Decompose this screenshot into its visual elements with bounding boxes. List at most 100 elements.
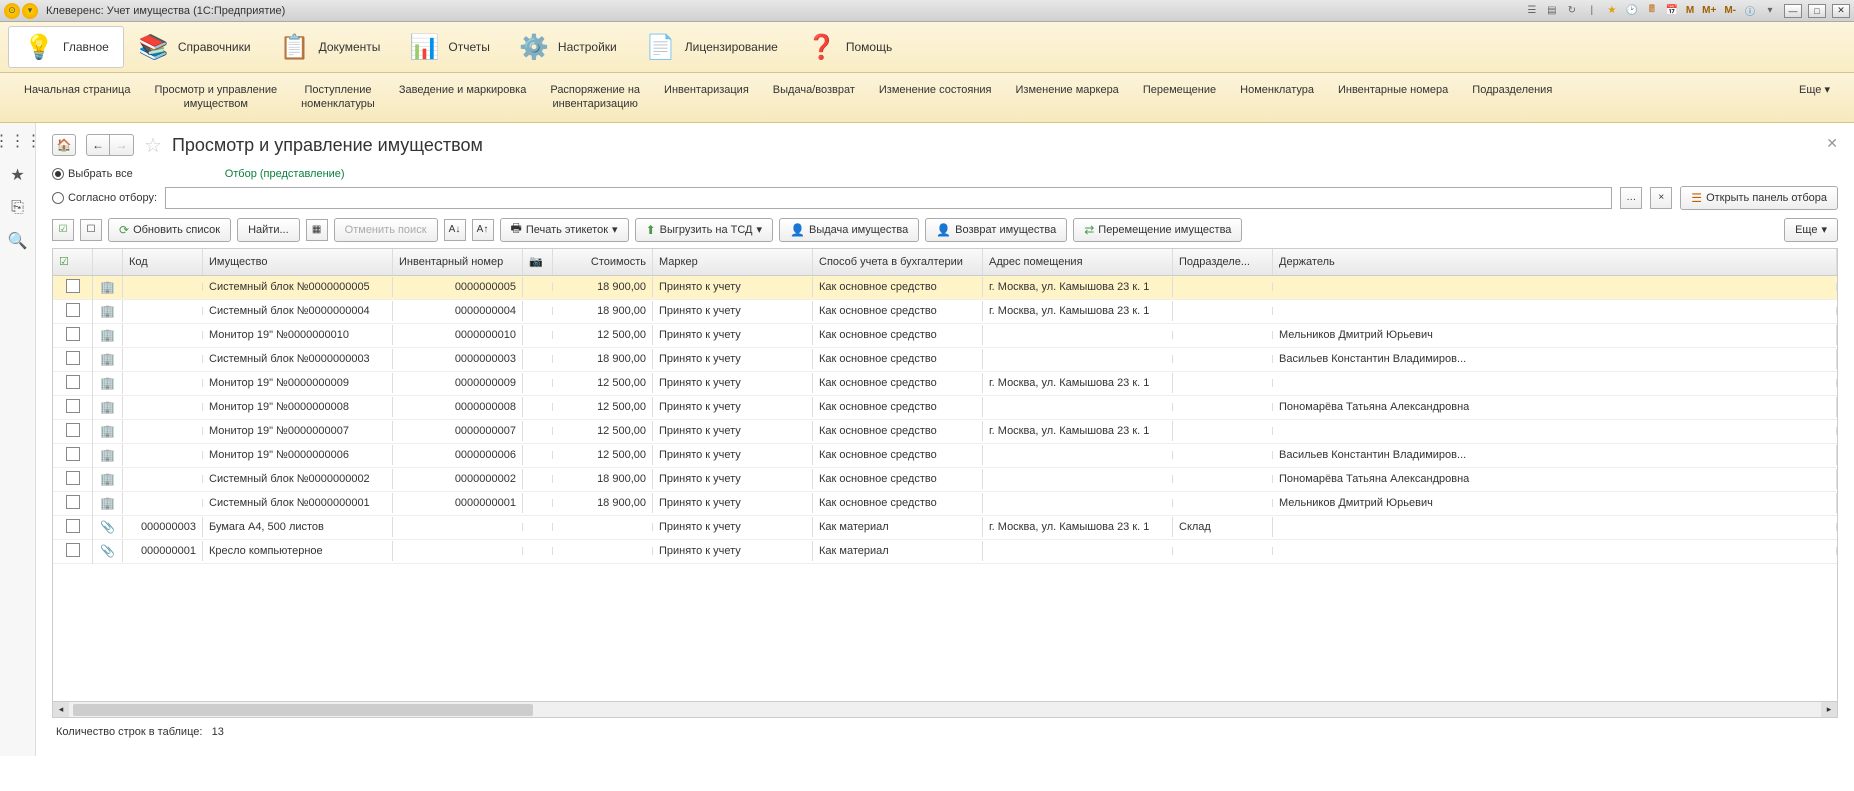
th-holder[interactable]: Держатель (1273, 249, 1837, 275)
clipboard-icon[interactable]: ⎘ (11, 199, 24, 217)
menu-documents[interactable]: 📋 Документы (265, 26, 395, 68)
row-checkbox[interactable] (66, 351, 80, 365)
sort-desc-button[interactable]: A↑ (472, 219, 494, 241)
refresh-button[interactable]: ⟳ Обновить список (108, 218, 231, 242)
subnav-receipt[interactable]: Поступление номенклатуры (289, 79, 387, 116)
subnav-inventory[interactable]: Инвентаризация (652, 79, 761, 116)
table-row[interactable]: 🏢Монитор 19" №0000000008000000000812 500… (53, 396, 1837, 420)
filter-input[interactable] (165, 187, 1612, 209)
table-row[interactable]: 🏢Системный блок №0000000003000000000318 … (53, 348, 1837, 372)
scroll-right-icon[interactable]: ▸ (1821, 702, 1837, 718)
row-checkbox[interactable] (66, 423, 80, 437)
maximize-button[interactable]: □ (1808, 4, 1826, 18)
close-tab-icon[interactable]: ✕ (1826, 135, 1838, 152)
table-row[interactable]: 🏢Системный блок №0000000004000000000418 … (53, 300, 1837, 324)
row-checkbox[interactable] (66, 303, 80, 317)
menu-help[interactable]: ❓ Помощь (792, 26, 906, 68)
subnav-inventory-order[interactable]: Распоряжение на инвентаризацию (538, 79, 652, 116)
subnav-start[interactable]: Начальная страница (12, 79, 142, 116)
favorite-star-icon[interactable]: ☆ (144, 133, 162, 158)
row-checkbox[interactable] (66, 279, 80, 293)
tb-icon-3[interactable]: ↻ (1564, 3, 1580, 19)
history-icon[interactable]: 🕑 (1624, 3, 1640, 19)
th-name[interactable]: Имущество (203, 249, 393, 275)
upload-tsd-button[interactable]: ⬆ Выгрузить на ТСД ▾ (635, 218, 773, 242)
forward-button[interactable]: → (110, 134, 134, 156)
subnav-condition[interactable]: Изменение состояния (867, 79, 1004, 116)
calc-icon[interactable]: 🖩 (1644, 3, 1660, 19)
table-row[interactable]: 🏢Системный блок №0000000002000000000218 … (53, 468, 1837, 492)
table-row[interactable]: 🏢Монитор 19" №0000000009000000000912 500… (53, 372, 1837, 396)
by-filter-radio[interactable]: Согласно отбору: (52, 192, 157, 204)
subnav-more[interactable]: Еще ▾ (1787, 79, 1842, 116)
table-row[interactable]: 🏢Системный блок №0000000001000000000118 … (53, 492, 1837, 516)
subnav-nomenclature[interactable]: Номенклатура (1228, 79, 1326, 116)
app-dropdown-icon[interactable]: ▾ (22, 3, 38, 19)
row-checkbox[interactable] (66, 495, 80, 509)
row-checkbox[interactable] (66, 519, 80, 533)
grid-mode-button[interactable]: ▦ (306, 219, 328, 241)
row-checkbox[interactable] (66, 399, 80, 413)
menu-licensing[interactable]: 📄 Лицензирование (631, 26, 792, 68)
print-labels-button[interactable]: 🖶 Печать этикеток ▾ (500, 218, 629, 242)
subnav-issue[interactable]: Выдача/возврат (761, 79, 867, 116)
th-code[interactable]: Код (123, 249, 203, 275)
calendar-icon[interactable]: 📅 (1664, 3, 1680, 19)
filter-clear-button[interactable]: × (1650, 187, 1672, 209)
close-button[interactable]: ✕ (1832, 4, 1850, 18)
subnav-departments[interactable]: Подразделения (1460, 79, 1564, 116)
minimize-button[interactable]: — (1784, 4, 1802, 18)
select-all-radio[interactable]: Выбрать все (52, 168, 133, 180)
tb-icon-2[interactable]: ▤ (1544, 3, 1560, 19)
menu-reference[interactable]: 📚 Справочники (124, 26, 265, 68)
th-dept[interactable]: Подразделе... (1173, 249, 1273, 275)
back-button[interactable]: ← (86, 134, 110, 156)
row-checkbox[interactable] (66, 447, 80, 461)
th-photo[interactable]: 📷 (523, 249, 553, 275)
th-icon[interactable] (93, 249, 123, 275)
info-icon[interactable]: ⓘ (1742, 3, 1758, 19)
row-checkbox[interactable] (66, 543, 80, 557)
filter-ellipsis-button[interactable]: … (1620, 187, 1642, 209)
subnav-move[interactable]: Перемещение (1131, 79, 1228, 116)
th-checkbox[interactable]: ☑ (53, 249, 93, 275)
subnav-marking[interactable]: Заведение и маркировка (387, 79, 539, 116)
move-button[interactable]: ⇄ Перемещение имущества (1073, 218, 1242, 242)
sort-asc-button[interactable]: A↓ (444, 219, 466, 241)
cancel-search-button[interactable]: Отменить поиск (334, 218, 438, 242)
tb-icon-1[interactable]: ☰ (1524, 3, 1540, 19)
table-row[interactable]: 🏢Системный блок №0000000005000000000518 … (53, 276, 1837, 300)
table-row[interactable]: 🏢Монитор 19" №0000000010000000001012 500… (53, 324, 1837, 348)
subnav-view[interactable]: Просмотр и управление имуществом (142, 79, 289, 116)
subnav-marker[interactable]: Изменение маркера (1004, 79, 1131, 116)
checkall-button[interactable]: ☑ (52, 219, 74, 241)
find-button[interactable]: Найти... (237, 218, 300, 242)
m-plus-button[interactable]: M+ (1700, 3, 1718, 19)
more-button[interactable]: Еще ▾ (1784, 218, 1838, 242)
menu-settings[interactable]: ⚙️ Настройки (504, 26, 631, 68)
row-checkbox[interactable] (66, 375, 80, 389)
home-button[interactable]: 🏠 (52, 134, 76, 156)
scroll-thumb[interactable] (73, 704, 533, 716)
filter-representation-link[interactable]: Отбор (представление) (225, 168, 345, 180)
menu-main[interactable]: 💡 Главное (8, 26, 124, 68)
favorites-icon[interactable]: ★ (10, 165, 24, 185)
table-row[interactable]: 📎000000003Бумага А4, 500 листовПринято к… (53, 516, 1837, 540)
table-row[interactable]: 🏢Монитор 19" №0000000007000000000712 500… (53, 420, 1837, 444)
row-checkbox[interactable] (66, 327, 80, 341)
subnav-invnumbers[interactable]: Инвентарные номера (1326, 79, 1460, 116)
return-button[interactable]: 👤 Возврат имущества (925, 218, 1067, 242)
table-row[interactable]: 📎000000001Кресло компьютерноеПринято к у… (53, 540, 1837, 564)
table-row[interactable]: 🏢Монитор 19" №0000000006000000000612 500… (53, 444, 1837, 468)
th-cost[interactable]: Стоимость (553, 249, 653, 275)
th-inv[interactable]: Инвентарный номер (393, 249, 523, 275)
menu-reports[interactable]: 📊 Отчеты (394, 26, 503, 68)
open-filter-panel-button[interactable]: ☰ Открыть панель отбора (1680, 186, 1838, 210)
uncheckall-button[interactable]: ☐ (80, 219, 102, 241)
th-acc[interactable]: Способ учета в бухгалтерии (813, 249, 983, 275)
issue-button[interactable]: 👤 Выдача имущества (779, 218, 919, 242)
info-dropdown[interactable]: ▾ (1762, 3, 1778, 19)
horizontal-scrollbar[interactable]: ◂ ▸ (53, 701, 1837, 717)
m-minus-button[interactable]: M- (1722, 3, 1738, 19)
th-addr[interactable]: Адрес помещения (983, 249, 1173, 275)
